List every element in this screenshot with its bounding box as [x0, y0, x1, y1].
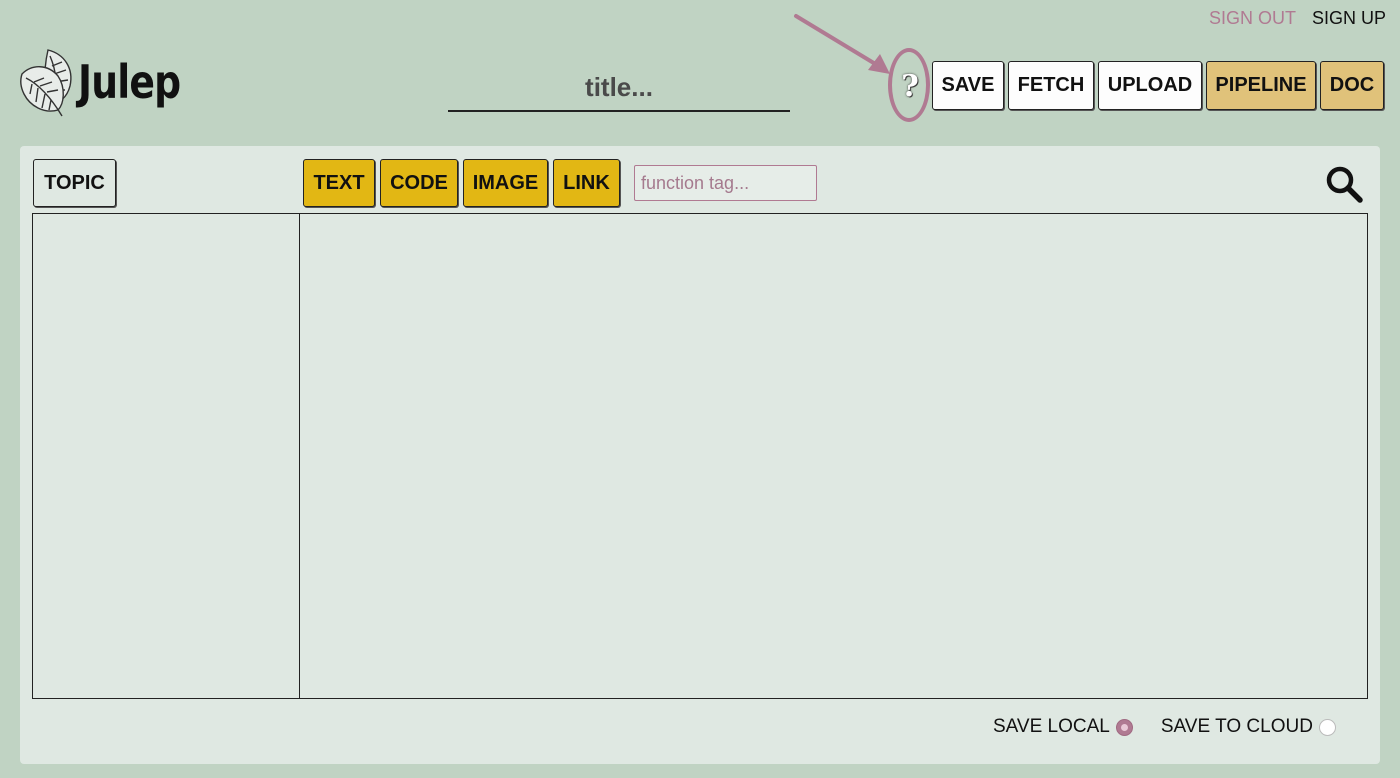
help-icon[interactable]: ? [898, 66, 922, 106]
title-input[interactable] [448, 64, 790, 110]
search-icon[interactable] [1324, 164, 1364, 204]
sign-out-link[interactable]: SIGN OUT [1209, 8, 1296, 29]
top-toolbar: SAVE FETCH UPLOAD PIPELINE DOC [932, 61, 1384, 110]
save-button[interactable]: SAVE [932, 61, 1004, 110]
fetch-button[interactable]: FETCH [1008, 61, 1094, 110]
annotation-arrow-icon [794, 14, 890, 74]
title-field-wrapper [448, 64, 790, 112]
topic-list-pane[interactable] [32, 213, 300, 699]
function-tag-input[interactable] [634, 165, 817, 201]
link-type-button[interactable]: LINK [553, 159, 620, 207]
app-name: Julep [78, 55, 181, 109]
main-panel: TOPIC TEXT CODE IMAGE LINK SAVE LOCAL SA… [20, 146, 1380, 764]
save-local-option[interactable]: SAVE LOCAL [993, 716, 1133, 738]
save-cloud-radio[interactable] [1318, 718, 1336, 736]
image-type-button[interactable]: IMAGE [463, 159, 548, 207]
save-options: SAVE LOCAL SAVE TO CLOUD [993, 716, 1336, 738]
save-cloud-label: SAVE TO CLOUD [1160, 716, 1313, 737]
leaf-icon [19, 49, 72, 117]
code-type-button[interactable]: CODE [380, 159, 458, 207]
auth-links: SIGN OUT SIGN UP [1209, 8, 1386, 29]
app-logo: Julep [18, 44, 203, 120]
content-type-buttons: TEXT CODE IMAGE LINK [303, 159, 620, 207]
save-local-radio[interactable] [1115, 718, 1133, 736]
pipeline-button[interactable]: PIPELINE [1206, 61, 1316, 110]
text-type-button[interactable]: TEXT [303, 159, 375, 207]
doc-button[interactable]: DOC [1320, 61, 1384, 110]
topic-button[interactable]: TOPIC [33, 159, 116, 207]
upload-button[interactable]: UPLOAD [1098, 61, 1202, 110]
save-local-label: SAVE LOCAL [993, 716, 1110, 737]
save-cloud-option[interactable]: SAVE TO CLOUD [1161, 716, 1336, 738]
editor-area[interactable] [299, 213, 1368, 699]
sign-up-link[interactable]: SIGN UP [1312, 8, 1386, 29]
